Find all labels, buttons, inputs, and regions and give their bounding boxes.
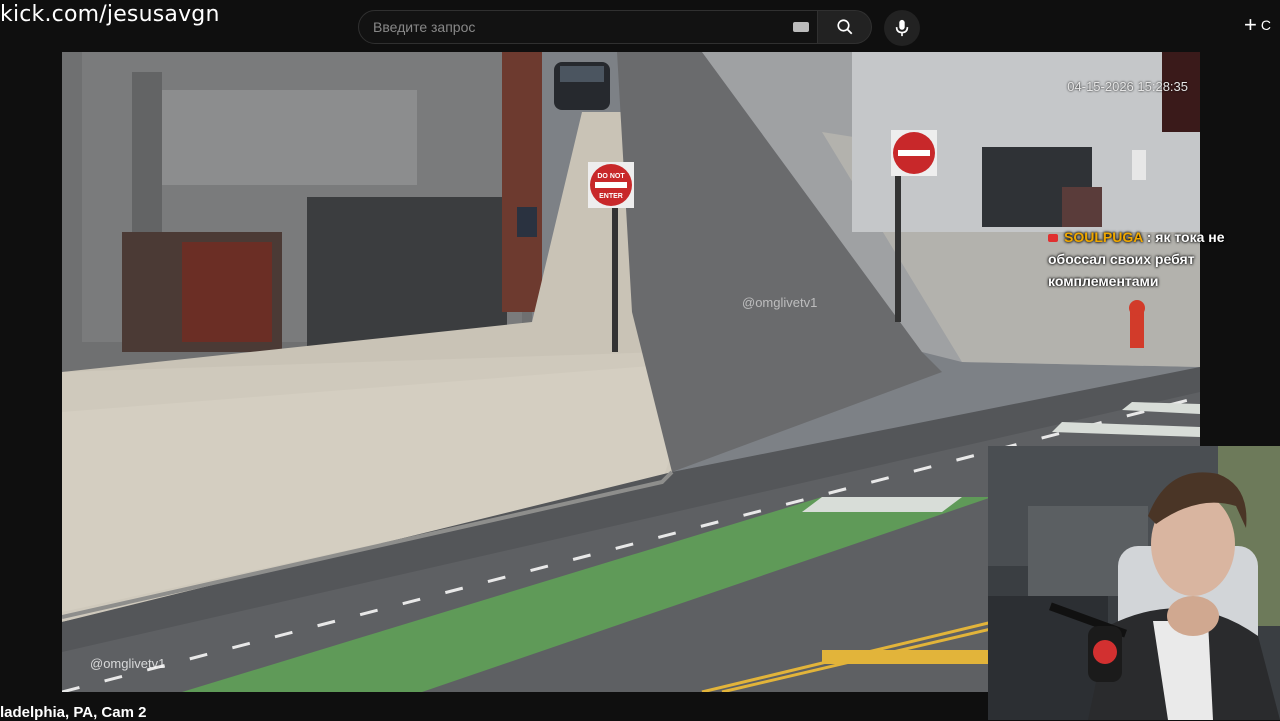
caption-bar bbox=[0, 700, 988, 720]
microphone-icon bbox=[895, 19, 909, 37]
chat-message: SOULPUGA : як тока не обоссал своих ребя… bbox=[1048, 226, 1238, 292]
streamer-webcam bbox=[988, 446, 1280, 720]
search-icon bbox=[836, 19, 852, 35]
create-label: С bbox=[1260, 17, 1271, 33]
create-button[interactable]: + С bbox=[1244, 12, 1271, 38]
keyboard-icon[interactable] bbox=[793, 22, 809, 32]
video-caption: ladelphia, PA, Cam 2 bbox=[0, 704, 147, 721]
sign-text-bottom: ENTER bbox=[599, 193, 623, 200]
chat-username: SOULPUGA bbox=[1064, 229, 1143, 245]
channel-url: kick.com/jesusavgn bbox=[0, 2, 220, 27]
webcam-overlay bbox=[988, 446, 1280, 720]
search-button[interactable] bbox=[818, 10, 872, 44]
watermark-top: @omglivetv1 bbox=[742, 295, 818, 310]
voice-search-button[interactable] bbox=[884, 10, 920, 46]
plus-icon: + bbox=[1244, 12, 1257, 37]
search-input[interactable] bbox=[371, 11, 791, 43]
chat-badge-icon bbox=[1048, 234, 1058, 243]
search-box[interactable] bbox=[358, 10, 818, 44]
watermark-bottom: @omglivetv1 bbox=[90, 656, 166, 671]
chat-separator: : bbox=[1146, 229, 1152, 245]
top-bar: kick.com/jesusavgn +С bbox=[0, 0, 1280, 52]
sign-text-top: DO NOT bbox=[597, 173, 625, 180]
video-timestamp: 04-15-2026 15:28:35 bbox=[1067, 79, 1188, 94]
